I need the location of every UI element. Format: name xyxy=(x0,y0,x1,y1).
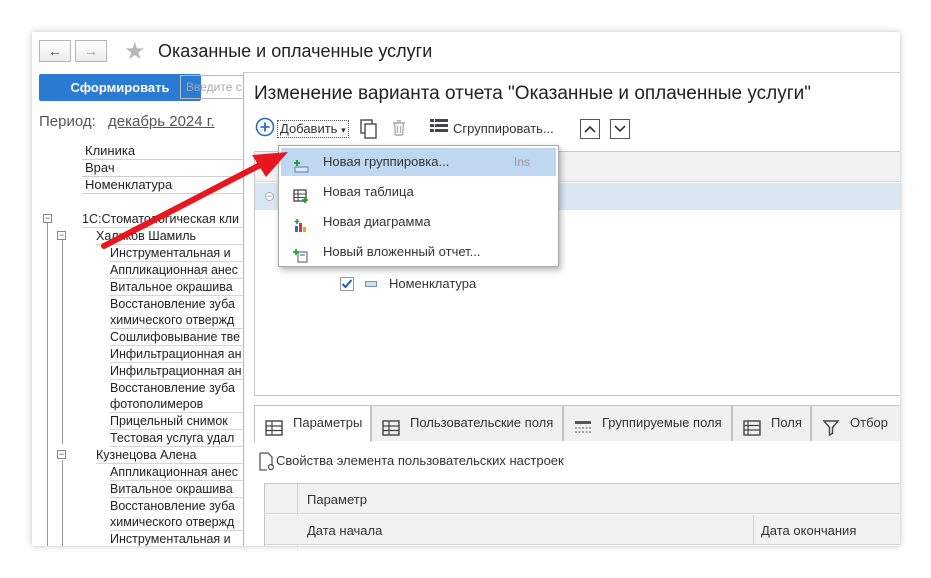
screenshot-stage: ← → ★ Оказанные и оплаченные услуги Сфор… xyxy=(0,0,931,578)
annotation-arrow xyxy=(101,152,288,249)
